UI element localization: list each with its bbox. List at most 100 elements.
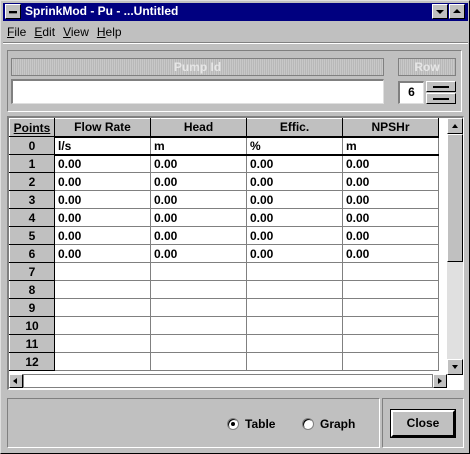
grid-cell[interactable]: [54, 316, 151, 335]
grid-cell[interactable]: 0.00: [246, 172, 343, 191]
grid-cell[interactable]: 0.00: [150, 190, 247, 209]
grid-cell[interactable]: 0.00: [54, 226, 151, 245]
horizontal-scroll-thumb[interactable]: [23, 374, 433, 388]
grid-cell[interactable]: [54, 352, 151, 371]
grid-cell[interactable]: m: [150, 135, 247, 156]
grid-cell[interactable]: 0.00: [150, 172, 247, 191]
grid-cell[interactable]: [150, 298, 247, 317]
table-row: 8: [9, 280, 439, 299]
grid-cell[interactable]: [54, 262, 151, 281]
row-header[interactable]: 8: [9, 280, 55, 299]
grid-cell[interactable]: 0.00: [246, 190, 343, 209]
grid-cell[interactable]: 0.00: [150, 244, 247, 263]
menu-bar: File Edit View Help: [3, 22, 468, 41]
grid-cell[interactable]: 0.00: [54, 190, 151, 209]
grid-cell[interactable]: 0.00: [246, 154, 343, 173]
grid-cell[interactable]: [246, 298, 343, 317]
scroll-up-button[interactable]: [447, 118, 463, 134]
grid-cell[interactable]: 0.00: [150, 226, 247, 245]
pump-id-input[interactable]: [11, 79, 384, 104]
grid-cell[interactable]: [150, 316, 247, 335]
row-header[interactable]: 11: [9, 334, 55, 353]
grid-cell[interactable]: 0.00: [150, 154, 247, 173]
grid-cell[interactable]: [342, 298, 439, 317]
grid-cell[interactable]: l/s: [54, 135, 151, 156]
grid-cell[interactable]: 0.00: [150, 208, 247, 227]
grid-cell[interactable]: [342, 316, 439, 335]
menu-help[interactable]: Help: [93, 23, 126, 41]
row-header[interactable]: 3: [9, 190, 55, 209]
row-header[interactable]: 6: [9, 244, 55, 263]
grid-cell[interactable]: 0.00: [342, 154, 439, 173]
grid-cell[interactable]: [150, 352, 247, 371]
grid-cell[interactable]: [150, 334, 247, 353]
menu-view[interactable]: View: [59, 23, 93, 41]
grid-horizontal-scrollbar[interactable]: [9, 374, 447, 388]
grid-cell[interactable]: [150, 262, 247, 281]
menu-edit[interactable]: Edit: [30, 23, 59, 41]
maximize-button[interactable]: [449, 4, 465, 19]
grid-cell[interactable]: [246, 352, 343, 371]
grid-cell[interactable]: [342, 352, 439, 371]
row-header[interactable]: 12: [9, 352, 55, 371]
system-menu-icon[interactable]: [5, 4, 21, 19]
points-header[interactable]: Points: [9, 118, 55, 137]
grid-cell[interactable]: 0.00: [246, 208, 343, 227]
grid-cell[interactable]: 0.00: [342, 244, 439, 263]
grid-cell[interactable]: [246, 334, 343, 353]
grid-cell[interactable]: [246, 280, 343, 299]
row-spin-up-button[interactable]: [426, 81, 456, 92]
grid-cell[interactable]: [54, 334, 151, 353]
grid-cell[interactable]: [342, 334, 439, 353]
table-radio-indicator[interactable]: [227, 418, 239, 430]
grid-cell[interactable]: 0.00: [54, 154, 151, 173]
table-radio[interactable]: Table: [227, 416, 275, 432]
scroll-down-button[interactable]: [447, 359, 463, 375]
menu-file[interactable]: File: [3, 23, 30, 41]
table-row: 1 0.00 0.00 0.00 0.00: [9, 154, 439, 173]
row-header[interactable]: 5: [9, 226, 55, 245]
row-header[interactable]: 4: [9, 208, 55, 227]
row-header[interactable]: 9: [9, 298, 55, 317]
row-header[interactable]: 0: [9, 136, 55, 155]
column-header-flow-rate[interactable]: Flow Rate: [54, 118, 151, 137]
grid-cell[interactable]: [150, 280, 247, 299]
vertical-scroll-thumb[interactable]: [447, 134, 463, 262]
grid-vertical-scrollbar[interactable]: [447, 118, 463, 375]
grid-cell[interactable]: 0.00: [54, 244, 151, 263]
grid-cell[interactable]: [54, 298, 151, 317]
graph-radio[interactable]: Graph: [302, 416, 355, 432]
row-spin-down-button[interactable]: [426, 93, 456, 104]
row-header[interactable]: 10: [9, 316, 55, 335]
grid-cell[interactable]: 0.00: [342, 190, 439, 209]
grid-cell[interactable]: m: [342, 135, 439, 156]
grid-cell[interactable]: 0.00: [342, 208, 439, 227]
row-value-field[interactable]: 6: [398, 81, 424, 104]
grid-cell[interactable]: [246, 262, 343, 281]
grid-cell[interactable]: [246, 316, 343, 335]
row-spinner[interactable]: [426, 81, 456, 104]
grid-cell[interactable]: 0.00: [54, 208, 151, 227]
grid-cell[interactable]: [342, 280, 439, 299]
column-header-effic[interactable]: Effic.: [246, 118, 343, 137]
grid-cell[interactable]: 0.00: [54, 172, 151, 191]
grid-cell[interactable]: 0.00: [246, 244, 343, 263]
grid-cell[interactable]: 0.00: [342, 172, 439, 191]
grid-cell[interactable]: [342, 262, 439, 281]
row-header[interactable]: 7: [9, 262, 55, 281]
row-header[interactable]: 2: [9, 172, 55, 191]
row-header[interactable]: 1: [9, 154, 55, 173]
scroll-right-button[interactable]: [433, 374, 447, 388]
title-bar[interactable]: SprinkMod - Pu - ...Untitled: [3, 3, 468, 21]
column-header-head[interactable]: Head: [150, 118, 247, 137]
window-title: SprinkMod - Pu - ...Untitled: [25, 4, 179, 18]
grid-cell[interactable]: 0.00: [342, 226, 439, 245]
close-button[interactable]: Close: [390, 409, 456, 438]
scroll-left-button[interactable]: [9, 374, 23, 388]
column-header-npshr[interactable]: NPSHr: [342, 118, 439, 137]
graph-radio-indicator[interactable]: [302, 418, 314, 430]
grid-cell[interactable]: [54, 280, 151, 299]
grid-cell[interactable]: %: [246, 135, 343, 156]
minimize-button[interactable]: [432, 4, 448, 19]
grid-cell[interactable]: 0.00: [246, 226, 343, 245]
